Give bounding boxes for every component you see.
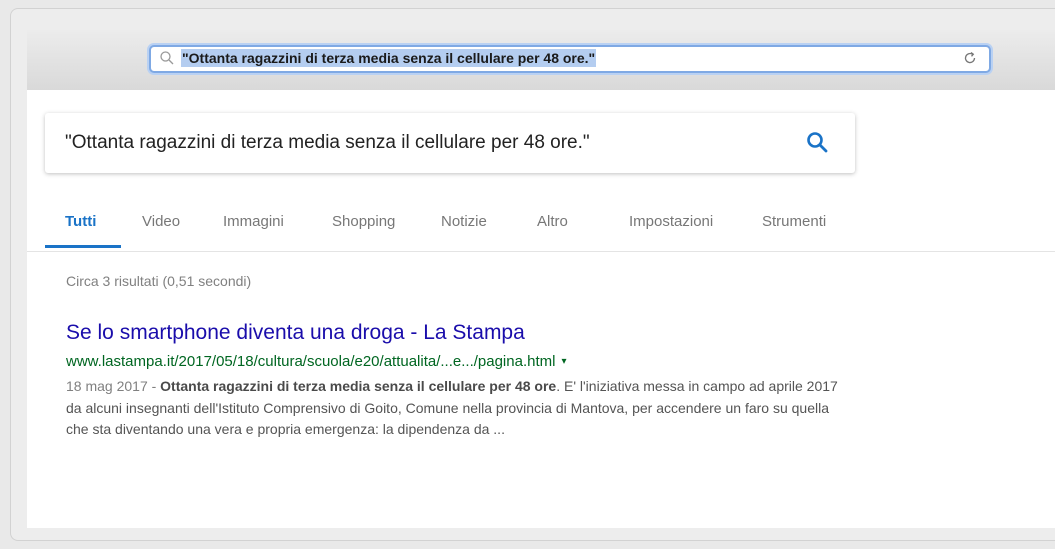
tab-impostazioni[interactable]: Impostazioni: [629, 213, 713, 230]
result-title-link[interactable]: Se lo smartphone diventa una droga - La …: [66, 321, 525, 345]
search-input[interactable]: "Ottanta ragazzini di terza media senza …: [65, 132, 590, 154]
tab-immagini[interactable]: Immagini: [223, 213, 284, 230]
tab-strumenti[interactable]: Strumenti: [762, 213, 826, 230]
result-snippet-bold: Ottanta ragazzini di terza media senza i…: [160, 378, 557, 394]
search-button-icon[interactable]: [804, 129, 830, 155]
result-date: 18 mag 2017 -: [66, 378, 161, 394]
result-url: www.lastampa.it/2017/05/18/cultura/scuol…: [66, 353, 567, 370]
tab-tutti[interactable]: Tutti: [65, 213, 96, 230]
reload-icon[interactable]: [961, 49, 979, 67]
address-text[interactable]: "Ottanta ragazzini di terza media senza …: [181, 49, 597, 67]
tabs-divider: [27, 251, 1055, 252]
tab-notizie[interactable]: Notizie: [441, 213, 487, 230]
result-url-text: www.lastampa.it/2017/05/18/cultura/scuol…: [66, 353, 556, 370]
search-box[interactable]: "Ottanta ragazzini di terza media senza …: [45, 113, 855, 173]
address-bar[interactable]: "Ottanta ragazzini di terza media senza …: [149, 45, 991, 73]
dropdown-arrow-icon[interactable]: ▾: [561, 356, 566, 367]
result-snippet: 18 mag 2017 - Ottanta ragazzini di terza…: [66, 376, 846, 441]
tab-video[interactable]: Video: [142, 213, 180, 230]
result-stats: Circa 3 risultati (0,51 secondi): [66, 273, 252, 289]
tab-shopping[interactable]: Shopping: [332, 213, 395, 230]
search-icon: [160, 51, 174, 65]
tab-altro[interactable]: Altro: [537, 213, 568, 230]
active-tab-indicator: [45, 245, 121, 248]
